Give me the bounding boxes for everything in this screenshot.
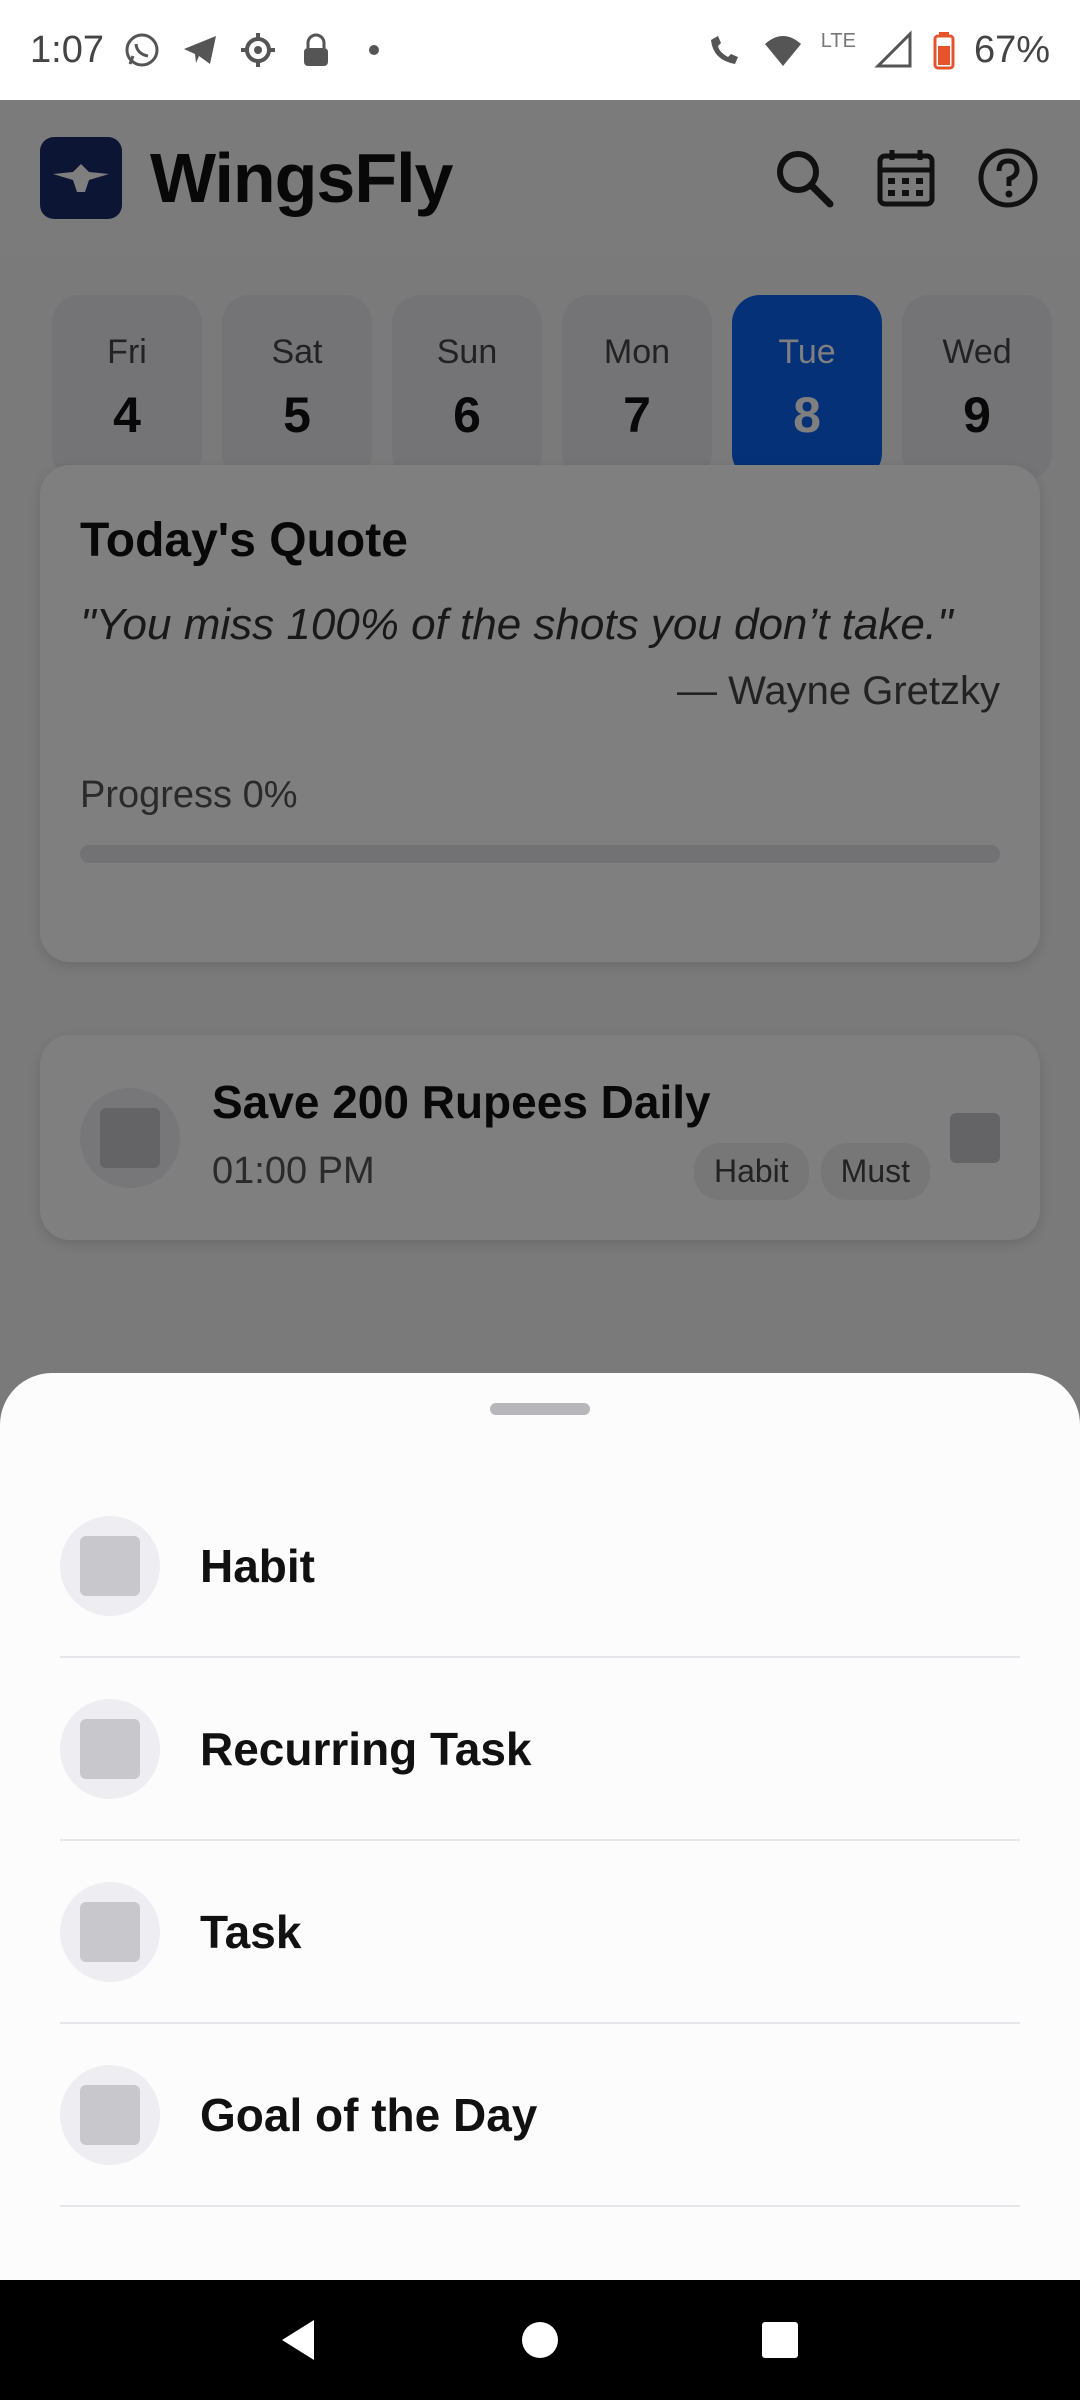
system-nav-bar (0, 2280, 1080, 2400)
sheet-options-list: Habit Recurring Task Task Goal of the Da… (60, 1475, 1020, 2207)
signal-icon (874, 30, 914, 70)
dot-icon (354, 30, 394, 70)
goal-option-icon (60, 2064, 160, 2165)
battery-percent: 67% (973, 28, 1050, 71)
placeholder-icon (80, 1718, 140, 1779)
recents-icon[interactable] (750, 2310, 810, 2370)
placeholder-icon (80, 2084, 140, 2145)
task-option-icon (60, 1881, 160, 1982)
option-label: Recurring Task (200, 1722, 532, 1775)
placeholder-icon (80, 1901, 140, 1962)
battery-icon (932, 30, 956, 70)
option-task[interactable]: Task (60, 1841, 1020, 2024)
option-label: Goal of the Day (200, 2088, 538, 2141)
option-label: Task (200, 1905, 302, 1958)
habit-option-icon (60, 1515, 160, 1616)
status-time: 1:07 (30, 28, 104, 71)
add-item-bottom-sheet: Habit Recurring Task Task Goal of the Da… (0, 1373, 1080, 2280)
status-left: 1:07 (30, 29, 394, 72)
placeholder-icon (80, 1535, 140, 1596)
sheet-drag-handle[interactable] (490, 1403, 590, 1415)
status-right: LTE 67% (705, 29, 1050, 72)
lock-icon (296, 30, 336, 70)
wifi-call-icon (705, 30, 745, 70)
back-icon[interactable] (270, 2310, 330, 2370)
telegram-icon (180, 30, 220, 70)
status-bar: 1:07 LTE 67% (0, 0, 1080, 100)
whatsapp-icon (122, 30, 162, 70)
recurring-task-option-icon (60, 1698, 160, 1799)
option-habit[interactable]: Habit (60, 1475, 1020, 1658)
wifi-icon (763, 30, 803, 70)
lte-label: LTE (820, 29, 856, 52)
option-goal-of-the-day[interactable]: Goal of the Day (60, 2024, 1020, 2207)
option-recurring-task[interactable]: Recurring Task (60, 1658, 1020, 1841)
settings-icon (238, 30, 278, 70)
option-label: Habit (200, 1539, 315, 1592)
home-icon[interactable] (510, 2310, 570, 2370)
